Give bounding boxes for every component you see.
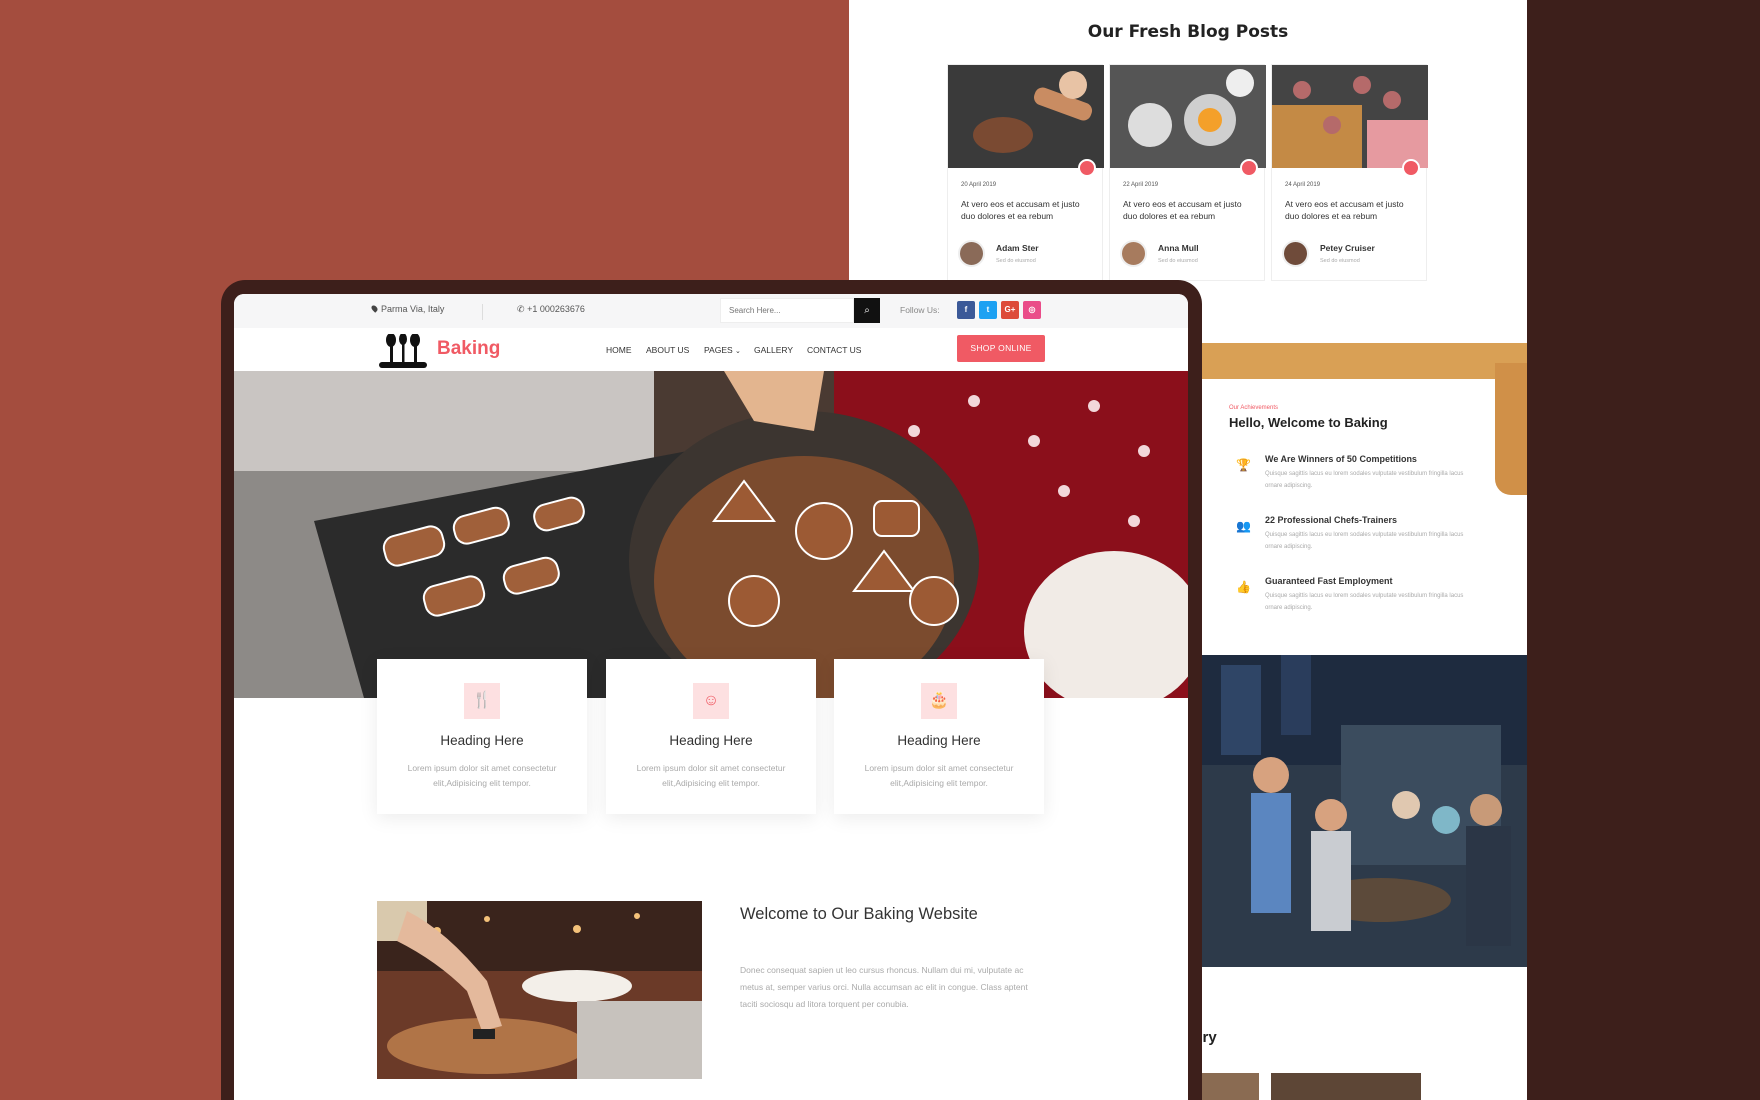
achievements-kicker: Our Achievements	[1229, 405, 1279, 411]
facebook-icon[interactable]: f	[957, 301, 975, 319]
smile-icon: ☺	[693, 683, 729, 719]
welcome-image	[377, 901, 702, 1079]
birthday-cake-icon: 🎂	[921, 683, 957, 719]
laptop-screen: Parma Via, Italy ✆ +1 000263676 ⌕ Follow…	[234, 294, 1188, 1100]
achievement-text: Quisque sagittis lacus eu lorem sodales …	[1265, 593, 1464, 611]
follow-label: Follow Us:	[900, 305, 940, 315]
trophy-icon: 🏆	[1236, 458, 1251, 472]
google-plus-icon[interactable]: G+	[1001, 301, 1019, 319]
welcome-text: Donec consequat sapien ut leo cursus rho…	[740, 965, 1028, 1009]
blog-author-sub: Sed do eiusmod	[1158, 258, 1198, 264]
brand-name[interactable]: Baking	[437, 338, 500, 360]
blog-author: Adam Ster	[996, 243, 1039, 253]
dribbble-icon[interactable]: ◎	[1023, 301, 1041, 319]
blog-author-sub: Sed do eiusmod	[996, 258, 1036, 264]
nav-about-us[interactable]: ABOUT US	[646, 345, 689, 355]
party-image	[1201, 655, 1527, 967]
search-icon: ⌕	[864, 305, 870, 316]
achievements-title: Hello, Welcome to Baking	[1229, 415, 1388, 430]
people-icon: 👥	[1236, 519, 1251, 533]
blog-image	[1272, 65, 1428, 168]
hero-image	[234, 371, 1188, 698]
achievement-title: We Are Winners of 50 Competitions	[1265, 454, 1417, 464]
blog-date: 20 April 2019	[961, 182, 997, 188]
blog-card[interactable]: 22 April 2019 At vero eos et accusam et …	[1109, 64, 1266, 281]
blog-image	[1110, 65, 1266, 168]
blog-author-sub: Sed do eiusmod	[1320, 258, 1360, 264]
blog-author: Anna Mull	[1158, 243, 1199, 253]
avatar	[958, 240, 985, 267]
feature-text: Lorem ipsum dolor sit amet consectetur e…	[864, 763, 1014, 788]
chevron-down-icon: ⌄	[735, 348, 741, 355]
feature-title: Heading Here	[669, 733, 753, 748]
feature-card[interactable]: 🎂 Heading Here Lorem ipsum dolor sit ame…	[834, 659, 1044, 814]
location-pin-icon	[370, 304, 379, 313]
blog-card[interactable]: 24 April 2019 At vero eos et accusam et …	[1271, 64, 1428, 281]
nav-gallery[interactable]: GALLERY	[754, 345, 793, 355]
achievement-title: Guaranteed Fast Employment	[1265, 576, 1393, 586]
utensils-icon: 🍴	[464, 683, 500, 719]
location-label: Parma Via, Italy	[381, 304, 445, 314]
feature-text: Lorem ipsum dolor sit amet consectetur e…	[636, 763, 786, 788]
feature-title: Heading Here	[440, 733, 524, 748]
logo-icon[interactable]	[377, 334, 429, 372]
feature-text: Lorem ipsum dolor sit amet consectetur e…	[407, 763, 557, 788]
feature-card[interactable]: ☺ Heading Here Lorem ipsum dolor sit ame…	[606, 659, 816, 814]
blog-section-title: Our Fresh Blog Posts	[1087, 22, 1289, 42]
blog-title-link[interactable]: At vero eos et accusam et justo duo dolo…	[1123, 198, 1255, 222]
main-navbar: Baking HOME ABOUT US PAGES ⌄ GALLERY CON…	[234, 328, 1188, 372]
feature-title: Heading Here	[897, 733, 981, 748]
nav-contact-us[interactable]: CONTACT US	[807, 345, 861, 355]
top-bar: Parma Via, Italy ✆ +1 000263676 ⌕ Follow…	[234, 294, 1188, 328]
blog-badge-icon	[1078, 159, 1096, 177]
divider	[482, 304, 483, 320]
blog-badge-icon	[1402, 159, 1420, 177]
feature-card[interactable]: 🍴 Heading Here Lorem ipsum dolor sit ame…	[377, 659, 587, 814]
search-button[interactable]: ⌕	[854, 298, 880, 323]
cookies-decoration	[1495, 363, 1527, 495]
avatar	[1120, 240, 1147, 267]
blog-author: Petey Cruiser	[1320, 243, 1375, 253]
cookies-decoration	[1187, 343, 1527, 379]
blog-date: 22 April 2019	[1123, 182, 1159, 188]
shop-online-button[interactable]: SHOP ONLINE	[957, 335, 1045, 362]
blog-title-link[interactable]: At vero eos et accusam et justo duo dolo…	[1285, 198, 1417, 222]
achievement-text: Quisque sagittis lacus eu lorem sodales …	[1265, 532, 1464, 550]
search-input[interactable]	[720, 298, 854, 323]
nav-pages-label: PAGES	[704, 345, 733, 355]
gallery-thumb[interactable]	[1201, 1073, 1259, 1100]
phone-label: +1 000263676	[527, 304, 585, 314]
location-text: Parma Via, Italy	[370, 304, 445, 314]
twitter-icon[interactable]: t	[979, 301, 997, 319]
thumbs-up-icon: 👍	[1236, 580, 1251, 594]
blog-title-link[interactable]: At vero eos et accusam et justo duo dolo…	[961, 198, 1093, 222]
welcome-title: Welcome to Our Baking Website	[740, 905, 978, 923]
blog-badge-icon	[1240, 159, 1258, 177]
avatar	[1282, 240, 1309, 267]
blog-date: 24 April 2019	[1285, 182, 1321, 188]
achievement-text: Quisque sagittis lacus eu lorem sodales …	[1265, 471, 1464, 489]
blog-card[interactable]: 20 April 2019 At vero eos et accusam et …	[947, 64, 1104, 281]
blog-image	[948, 65, 1104, 168]
nav-pages[interactable]: PAGES ⌄	[704, 345, 741, 355]
nav-home[interactable]: HOME	[606, 345, 632, 355]
gallery-thumb[interactable]	[1271, 1073, 1421, 1100]
phone-icon: ✆	[517, 304, 525, 314]
phone-text: ✆ +1 000263676	[517, 304, 585, 315]
achievement-title: 22 Professional Chefs-Trainers	[1265, 515, 1398, 525]
